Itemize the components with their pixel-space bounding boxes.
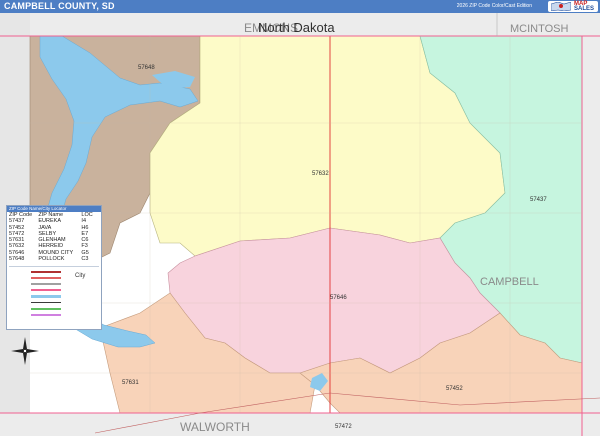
compass-rose-icon: [11, 337, 39, 365]
label-walworth: WALWORTH: [180, 420, 250, 434]
zip-label-57646: 57646: [330, 295, 347, 301]
edition-label: 2026 ZIP Code Color/Cast Edition: [456, 3, 532, 9]
symbol-water: [31, 295, 61, 298]
legend-row: 57632 HERREID F3: [8, 243, 96, 249]
legend-symbols: City: [9, 266, 99, 328]
logo-text-2: SALES: [574, 6, 595, 12]
label-campbell: CAMPBELL: [480, 276, 539, 288]
legend-table: ZIP Code ZIP Name LOC 57437 EUREKA I4 5745…: [8, 212, 96, 262]
map-frame: CAMPBELL COUNTY, SD 2026 ZIP Code Color/…: [0, 0, 600, 436]
south-neighbor-strip: [0, 413, 600, 436]
legend-loc: C3: [81, 256, 89, 263]
symbol-county-line: [31, 289, 61, 291]
label-mcintosh: MCINTOSH: [510, 23, 569, 35]
zip-label-57648: 57648: [138, 65, 155, 71]
zip-legend: ZIP Code Name/City Locator ZIP Code ZIP …: [6, 205, 102, 330]
symbol-highway: [31, 277, 61, 279]
zip-label-57437: 57437: [530, 197, 547, 203]
symbol-road: [31, 283, 61, 285]
legend-name: POLLOCK: [38, 256, 65, 263]
symbol-zip-boundary: [31, 314, 61, 316]
symbol-park: [31, 308, 61, 310]
east-neighbor-area: [582, 13, 600, 436]
title-bar: CAMPBELL COUNTY, SD 2026 ZIP Code Color/…: [0, 0, 600, 13]
logo-map-icon: [551, 2, 571, 11]
symbol-interstate: [31, 271, 61, 273]
legend-row: 57437 EUREKA I4: [8, 218, 96, 224]
map-title: CAMPBELL COUNTY, SD: [4, 1, 115, 11]
zip-label-57452: 57452: [446, 386, 463, 392]
zip-label-57472: 57472: [335, 424, 352, 430]
zip-label-57631: 57631: [122, 380, 139, 386]
label-north-dakota: North Dakota: [258, 20, 335, 35]
publisher-logo: MAP SALES: [548, 1, 598, 12]
legend-zip: 57648: [9, 256, 25, 263]
zip-label-57632: 57632: [312, 171, 329, 177]
symbol-railroad: [31, 302, 61, 303]
legend-city-label: City: [75, 273, 86, 279]
legend-row: 57648 POLLOCK C3: [8, 256, 96, 262]
